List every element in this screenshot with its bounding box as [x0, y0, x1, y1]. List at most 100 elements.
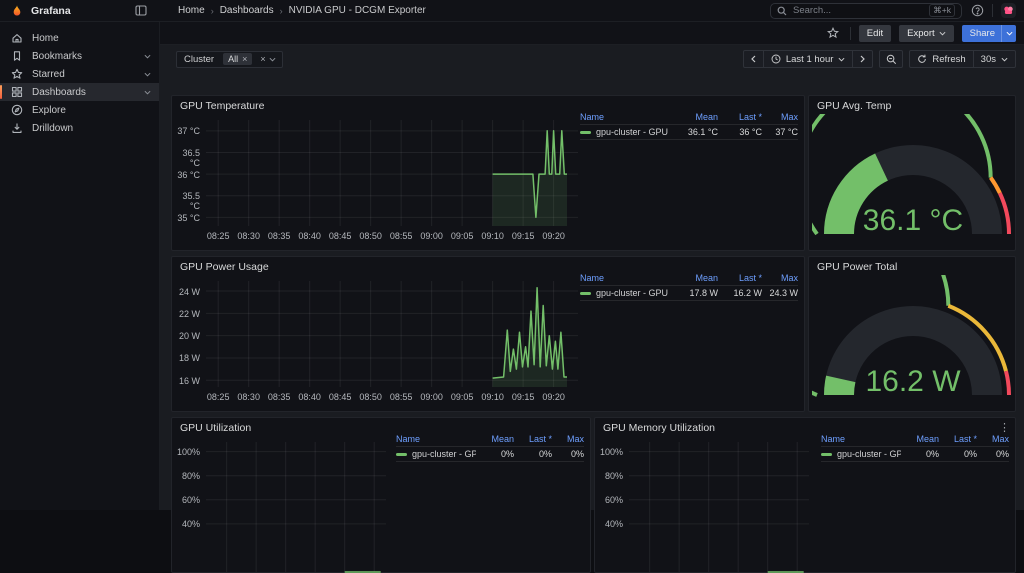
- y-axis-tick-label: 22 W: [178, 308, 200, 319]
- legend-header-row: Name Mean Last * Max: [580, 110, 798, 125]
- refresh-button[interactable]: Refresh: [910, 51, 972, 67]
- breadcrumb-separator: ›: [279, 5, 283, 16]
- cluster-filter-label[interactable]: Cluster: [177, 52, 221, 67]
- sidebar-item-label: Explore: [32, 104, 66, 116]
- user-avatar[interactable]: [1001, 3, 1016, 18]
- legend-value: 0%: [995, 449, 1009, 459]
- legend-value: 17.8 W: [689, 288, 718, 298]
- x-axis-tick-label: 08:55: [389, 392, 413, 402]
- panel-gpu-memory-utilization: GPU Memory Utilization ⋮ 100% 80% 60% 40% N…: [594, 417, 1016, 573]
- legend-header-max[interactable]: Max: [762, 273, 798, 283]
- sidebar-item-dashboards[interactable]: Dashboards: [0, 83, 159, 101]
- panel-title[interactable]: GPU Avg. Temp: [817, 100, 891, 112]
- legend-header-name[interactable]: Name: [580, 112, 670, 122]
- remove-filter-value-icon[interactable]: ×: [242, 54, 247, 64]
- x-axis-tick-label: 09:10: [481, 392, 504, 402]
- chart-legend: NameMeanLast *Max gpu-cluster - GPU 0 0% 0%…: [396, 432, 584, 462]
- compass-icon: [11, 104, 23, 116]
- sidebar-toggle-icon[interactable]: [132, 2, 150, 20]
- breadcrumb-home[interactable]: Home: [178, 5, 205, 16]
- brand-name: Grafana: [31, 4, 71, 17]
- panel-title[interactable]: GPU Power Total: [817, 261, 897, 273]
- dashboard-canvas: Cluster All × × Last 1 hour Refresh 30s …: [160, 45, 1024, 573]
- dashboard-actions-bar: Edit Export Share: [160, 22, 1024, 45]
- sidebar-item-starred[interactable]: Starred: [0, 65, 159, 83]
- legend-header-mean[interactable]: Mean: [670, 273, 718, 283]
- time-shift-forward-button[interactable]: [852, 51, 872, 67]
- panel-gpu-power-usage: GPU Power Usage 24 W 22 W 20 W 18 W 16 W 08:2…: [171, 256, 805, 412]
- x-axis-tick-label: 09:20: [542, 231, 565, 241]
- legend-value: 0%: [963, 449, 977, 459]
- legend-series-name[interactable]: gpu-cluster - GPU 0 (NVIDIA L4): [596, 288, 670, 298]
- search-icon: [777, 6, 787, 16]
- share-button[interactable]: Share: [961, 24, 1001, 42]
- chart-plot[interactable]: [629, 442, 809, 573]
- legend-header-max[interactable]: Max: [762, 112, 798, 122]
- cluster-filter-value-chip[interactable]: All ×: [223, 53, 253, 65]
- legend-header-last[interactable]: Last *: [718, 273, 762, 283]
- legend-series-name[interactable]: gpu-cluster - GPU 0: [837, 449, 901, 459]
- legend-header-last[interactable]: Last *: [718, 112, 762, 122]
- x-axis-tick-label: 08:50: [359, 231, 382, 241]
- sidebar-item-home[interactable]: Home: [0, 29, 159, 47]
- share-menu-caret[interactable]: [1001, 24, 1016, 42]
- legend-value: 37 °C: [775, 127, 798, 137]
- refresh-interval-label: 30s: [980, 53, 996, 65]
- favorite-star-icon[interactable]: [824, 24, 842, 42]
- legend-header-name[interactable]: Name: [821, 434, 901, 444]
- legend-header-max[interactable]: Max: [552, 434, 584, 444]
- chevron-down-icon[interactable]: [269, 57, 276, 62]
- y-axis-tick-label: 100%: [599, 447, 623, 458]
- time-range-button[interactable]: Last 1 hour: [762, 51, 853, 67]
- chevron-down-icon[interactable]: [144, 54, 151, 59]
- legend-series-name[interactable]: gpu-cluster - GPU 0 (NVIDIA L4): [596, 127, 670, 137]
- export-button[interactable]: Export: [899, 24, 954, 42]
- x-axis-tick-label: 08:25: [206, 231, 230, 241]
- series-color-swatch: [396, 452, 407, 456]
- legend-series-name[interactable]: gpu-cluster - GPU 0: [412, 449, 476, 459]
- chevron-down-icon[interactable]: [144, 72, 151, 77]
- breadcrumb-dashboards[interactable]: Dashboards: [220, 5, 274, 16]
- help-icon[interactable]: [970, 2, 984, 20]
- refresh-interval-button[interactable]: 30s: [972, 51, 1015, 67]
- sidebar-item-explore[interactable]: Explore: [0, 101, 159, 119]
- legend-value: 0%: [500, 449, 514, 459]
- y-axis-tick-label: 20 W: [178, 331, 200, 342]
- legend-header-mean[interactable]: Mean: [901, 434, 939, 444]
- legend-header-last[interactable]: Last *: [514, 434, 552, 444]
- sidebar-item-bookmarks[interactable]: Bookmarks: [0, 47, 159, 65]
- zoom-out-time-button[interactable]: [879, 50, 904, 68]
- grafana-logo-icon[interactable]: [10, 4, 24, 18]
- time-shift-back-button[interactable]: [744, 51, 763, 67]
- chart-plot[interactable]: [206, 442, 386, 573]
- bookmark-icon: [11, 50, 23, 62]
- star-icon: [11, 68, 23, 80]
- legend-header-last[interactable]: Last *: [939, 434, 977, 444]
- edit-button[interactable]: Edit: [858, 24, 892, 42]
- legend-header-mean[interactable]: Mean: [476, 434, 514, 444]
- series-color-swatch: [821, 452, 832, 456]
- legend-header-name[interactable]: Name: [396, 434, 476, 444]
- x-axis-tick-label: 08:50: [359, 392, 382, 402]
- divider: [992, 4, 993, 17]
- chevron-down-icon[interactable]: [144, 90, 151, 95]
- y-axis-tick-label: 80%: [181, 471, 200, 482]
- clear-filter-icon[interactable]: ×: [260, 54, 265, 64]
- sidebar-item-drilldown[interactable]: Drilldown: [0, 119, 159, 137]
- legend-header-mean[interactable]: Mean: [670, 112, 718, 122]
- y-axis-tick-label: 36.5 °C: [182, 147, 200, 168]
- chart-plot[interactable]: [206, 120, 578, 226]
- legend-header-row: Name Mean Last * Max: [580, 271, 798, 286]
- x-axis-tick-label: 08:40: [298, 231, 321, 241]
- legend-row: gpu-cluster - GPU 0 (NVIDIA L4) 17.8 W 16.…: [580, 286, 798, 301]
- legend-header-max[interactable]: Max: [977, 434, 1009, 444]
- legend-header-name[interactable]: Name: [580, 273, 670, 283]
- chart-plot[interactable]: [206, 281, 578, 387]
- top-navigation-bar: Grafana Home › Dashboards › NVIDIA GPU -…: [0, 0, 1024, 22]
- refresh-label: Refresh: [932, 53, 966, 65]
- x-axis-tick-label: 09:10: [481, 231, 504, 241]
- x-axis-tick-label: 08:35: [267, 392, 291, 402]
- chevron-down-icon: [838, 57, 845, 62]
- search-input[interactable]: Search... ⌘+k: [770, 2, 962, 19]
- sidebar-navigation: Home Bookmarks Starred Dashboards Explore Dri…: [0, 22, 160, 510]
